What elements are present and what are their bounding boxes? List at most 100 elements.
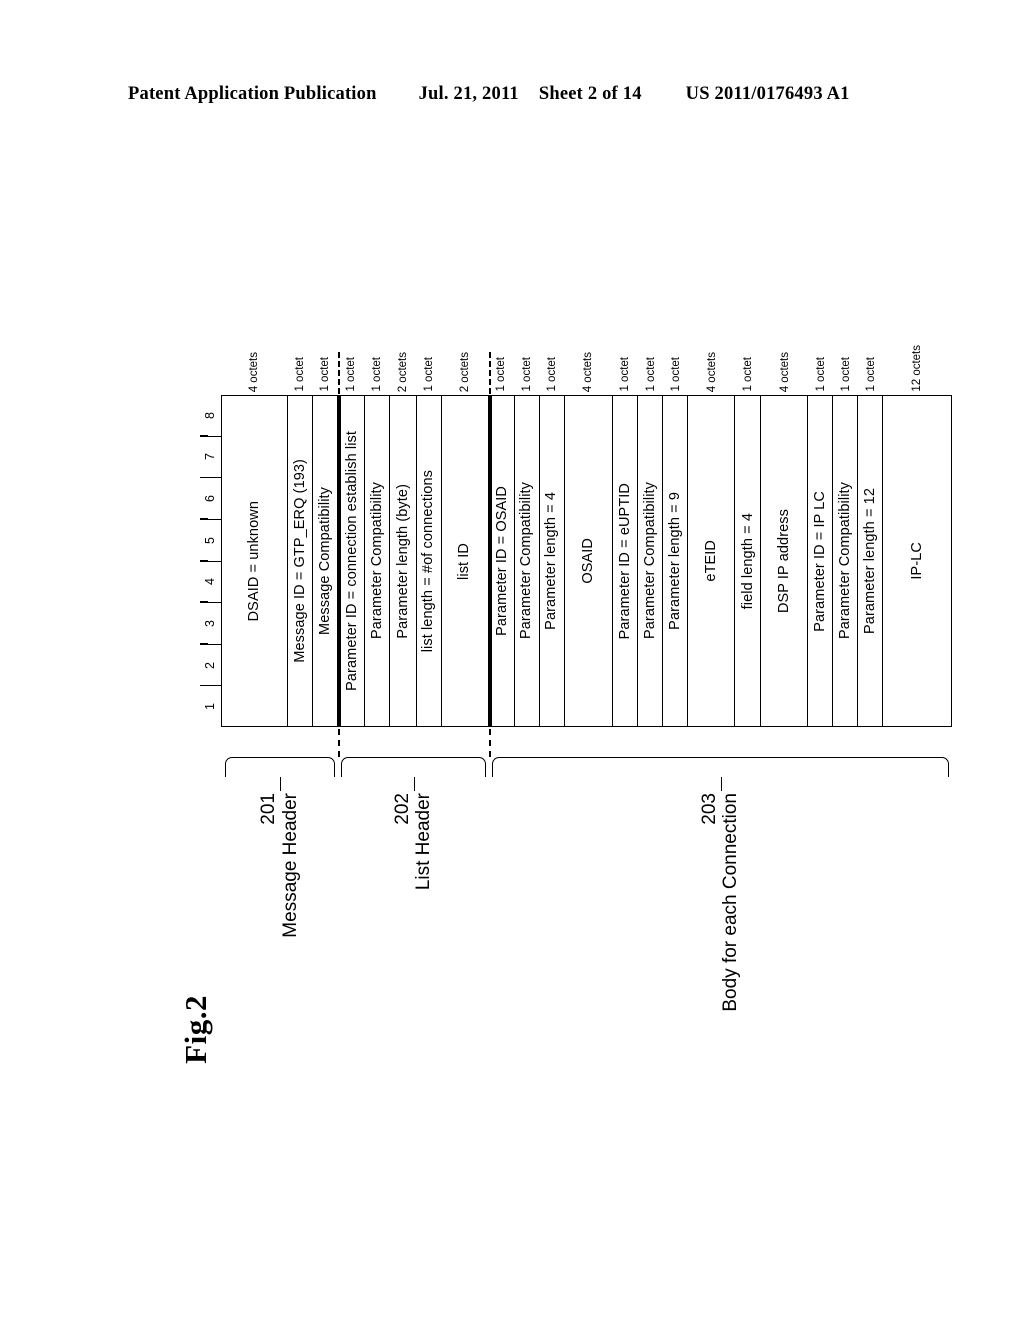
group-brace [341, 757, 486, 777]
octet-size-cell: 1 octet [288, 330, 313, 392]
group-separator-bot [489, 729, 491, 757]
octet-size-label: 12 octets [911, 345, 924, 392]
bit-number-label: 5 [203, 536, 218, 544]
octet-size-label: 2 octets [396, 351, 409, 392]
octet-size-cell: 1 octet [489, 330, 515, 392]
octet-size-label: 1 octet [495, 357, 508, 392]
format-field-row: list ID [442, 396, 489, 726]
bit-number-6: 6 [200, 478, 221, 520]
octet-size-label: 1 octet [318, 357, 331, 392]
bit-number-7: 7 [200, 437, 221, 479]
octet-size-label: 1 octet [370, 357, 383, 392]
group-brace-stem [413, 777, 415, 791]
format-field-label: list ID [456, 542, 473, 580]
format-field-label: DSAID = unknown [246, 500, 263, 622]
message-format-diagram: 4 octets 1 octet 1 octet 1 octet 1 octet 2 oc… [0, 0, 1024, 1320]
format-field-label: Parameter Compatibility [368, 482, 385, 640]
octet-size-cell: 1 octet [338, 330, 365, 392]
octet-size-label: 4 octets [778, 351, 791, 392]
octet-size-cell: 4 octets [762, 330, 809, 392]
octet-size-label: 4 octets [248, 351, 261, 392]
format-field-label: Parameter Compatibility [518, 482, 535, 640]
octet-size-cell: 1 octet [613, 330, 639, 392]
octet-size-label: 1 octet [619, 357, 632, 392]
group-brace [492, 757, 949, 777]
bit-number-4: 4 [200, 562, 221, 604]
format-field-row: Message Compatibility [313, 396, 338, 726]
format-field-row: Message ID = GTP_ERQ (193) [288, 396, 313, 726]
bit-number-ruler: 8 7 6 5 4 3 2 1 [200, 395, 222, 727]
bit-number-8: 8 [200, 395, 221, 437]
format-field-row: DSAID = unknown [222, 396, 288, 726]
format-field-row: Parameter Compatibility [515, 396, 540, 726]
format-field-label: list length = #of connections [420, 469, 437, 653]
format-field-row: Parameter ID = IP LC [808, 396, 834, 726]
octet-size-cell: 1 octet [365, 330, 390, 392]
octet-size-label: 1 octet [520, 357, 533, 392]
octet-size-label: 2 octets [458, 351, 471, 392]
format-field-label: eTEID [703, 540, 720, 582]
format-field-row: Parameter ID = eUPTID [613, 396, 639, 726]
group-label: 201 Message Header [258, 793, 301, 938]
octet-size-cell: 1 octet [540, 330, 565, 392]
octet-size-labels: 4 octets 1 octet 1 octet 1 octet 1 octet 2 oc… [222, 330, 952, 392]
format-field-label: Parameter length = 4 [543, 492, 560, 630]
octet-size-label: 1 octet [669, 357, 682, 392]
group-reference-number: 202 [391, 793, 413, 825]
octet-size-cell: 4 octets [689, 330, 736, 392]
format-field-row: Parameter length = 4 [540, 396, 565, 726]
format-field-row: Parameter length = 12 [858, 396, 884, 726]
format-field-label: Parameter ID = IP LC [811, 490, 828, 632]
format-field-row: Parameter length = 9 [663, 396, 689, 726]
octet-size-cell: 1 octet [417, 330, 442, 392]
group-reference-number: 203 [698, 793, 720, 825]
format-field-row: DSP IP address [761, 396, 809, 726]
group-brace-stem [280, 777, 281, 791]
group-separator-bot [338, 729, 340, 757]
format-field-label: Parameter length = 12 [861, 488, 878, 634]
format-field-row: Parameter ID = connection establish list [337, 396, 365, 726]
bit-number-label: 6 [203, 495, 218, 503]
group-label: 203 Body for each Connection [698, 793, 742, 1012]
octet-size-label: 1 octet [864, 357, 877, 392]
octet-size-cell: 4 octets [565, 330, 613, 392]
format-field-row: IP-LC [883, 396, 951, 726]
octet-size-label: 1 octet [814, 357, 827, 392]
octet-size-label: 4 octets [582, 351, 595, 392]
group-brace-stem [720, 777, 722, 791]
octet-size-label: 1 octet [422, 357, 435, 392]
octet-size-cell: 1 octet [834, 330, 859, 392]
format-field-label: Parameter length (byte) [394, 483, 411, 639]
format-field-label: OSAID [579, 538, 596, 584]
octet-size-label: 1 octet [644, 357, 657, 392]
bit-number-label: 7 [203, 453, 218, 461]
bit-number-label: 3 [203, 619, 218, 627]
octet-size-label: 1 octet [742, 357, 755, 392]
format-field-label: Parameter length = 9 [667, 492, 684, 630]
format-field-row: field length = 4 [735, 396, 762, 726]
group-separator-top [338, 352, 340, 394]
octet-size-label: 1 octet [293, 357, 306, 392]
bit-number-label: 1 [203, 703, 218, 711]
octet-size-cell: 1 octet [736, 330, 762, 392]
format-field-label: Message Compatibility [316, 487, 333, 635]
format-field-label: Parameter Compatibility [642, 482, 659, 640]
format-field-row: Parameter ID = OSAID [488, 396, 515, 726]
bit-number-label: 4 [203, 578, 218, 586]
bit-number-5: 5 [200, 520, 221, 562]
message-format-table: DSAID = unknown Message ID = GTP_ERQ (193… [222, 395, 952, 727]
octet-size-cell: 1 octet [515, 330, 540, 392]
octet-size-cell: 1 octet [859, 330, 884, 392]
format-field-row: Parameter Compatibility [638, 396, 664, 726]
octet-size-cell: 1 octet [809, 330, 834, 392]
octet-size-label: 4 octets [705, 351, 718, 392]
group-separator-top [489, 352, 491, 394]
bit-number-label: 2 [203, 661, 218, 669]
format-field-label: Parameter Compatibility [836, 482, 853, 640]
octet-size-cell: 2 octets [442, 330, 489, 392]
format-field-label: IP-LC [908, 542, 925, 580]
group-name: Message Header [280, 793, 301, 938]
octet-size-label: 1 octet [545, 357, 558, 392]
format-field-row: OSAID [565, 396, 613, 726]
format-field-row: Parameter Compatibility [365, 396, 390, 726]
